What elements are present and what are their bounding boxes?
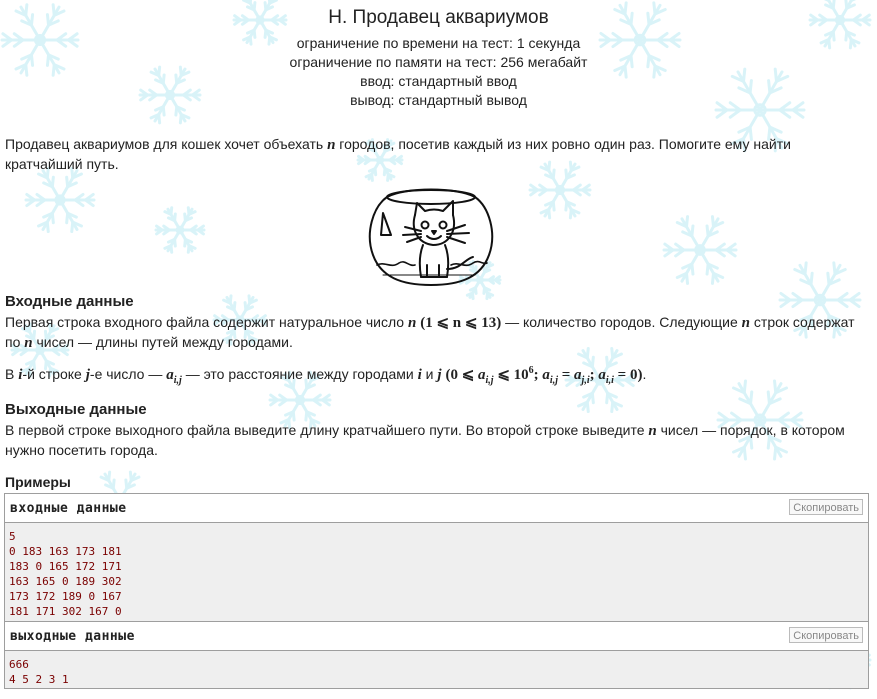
sample-input-text[interactable]: 5 0 183 163 173 181 183 0 165 172 171 16… [5,523,868,623]
problem-page: H. Продавец аквариумов ограничение по вр… [0,0,877,699]
output-file: вывод: стандартный вывод [350,92,527,108]
examples-heading: Примеры [5,474,71,490]
text: — это расстояние между городами [181,366,418,382]
input-text: — количество городов. Следующие [501,314,742,330]
sample-input-header: входные данные Скопировать [5,494,868,523]
time-limit: ограничение по времени на тест: 1 секунд… [296,35,581,51]
output-description: В первой строке выходного файла выведите… [5,421,871,460]
matrix-description: В i-й строке j-е число — ai,j — это расс… [5,365,871,386]
math-n: n [648,423,657,439]
sample-output-label: выходные данные [10,629,135,644]
input-heading: Входные данные [5,293,134,310]
sample-output-header: выходные данные Скопировать [5,622,868,651]
math-n: n [408,315,417,331]
legend-text: Продавец аквариумов для кошек хочет объе… [5,136,328,152]
sample-input-label: входные данные [10,501,127,516]
text: . [642,366,647,382]
output-heading: Выходные данные [5,401,147,418]
text: и [421,366,438,382]
text: -й строке [22,366,86,382]
sample-output-box: выходные данные Скопировать 666 4 5 2 3 … [4,621,869,689]
memory-limit: ограничение по памяти на тест: 256 мегаб… [289,54,588,70]
math-j: j [437,367,442,383]
sample-output-text[interactable]: 666 4 5 2 3 1 [5,651,868,691]
input-file: ввод: стандартный ввод [360,73,517,89]
sample-input-box: входные данные Скопировать 5 0 183 163 1… [4,493,869,622]
input-description: Первая строка входного файла содержит на… [5,313,871,353]
copy-input-button[interactable]: Скопировать [789,499,863,515]
input-text: чисел — длины путей между городами. [32,334,293,350]
text: В [5,366,19,382]
text: -е число — [89,366,167,382]
input-text: Первая строка входного файла содержит на… [5,314,408,330]
math-n: n [24,335,33,351]
math-a-ij: ai,j [166,367,182,386]
copy-output-button[interactable]: Скопировать [789,627,863,643]
problem-legend: Продавец аквариумов для кошек хочет объе… [5,135,871,174]
problem-header: H. Продавец аквариумов ограничение по вр… [0,7,877,109]
problem-title: H. Продавец аквариумов [328,7,549,28]
math-constraints: (0 ⩽ ai,j ⩽ 106; ai,j = aj,i; ai,i = 0) [445,365,643,386]
output-text: В первой строке выходного файла выведите… [5,422,649,438]
math-n: n [741,315,751,331]
math-condition: (1 ⩽ n ⩽ 13) [420,315,502,331]
cat-aquarium-image [368,188,494,286]
